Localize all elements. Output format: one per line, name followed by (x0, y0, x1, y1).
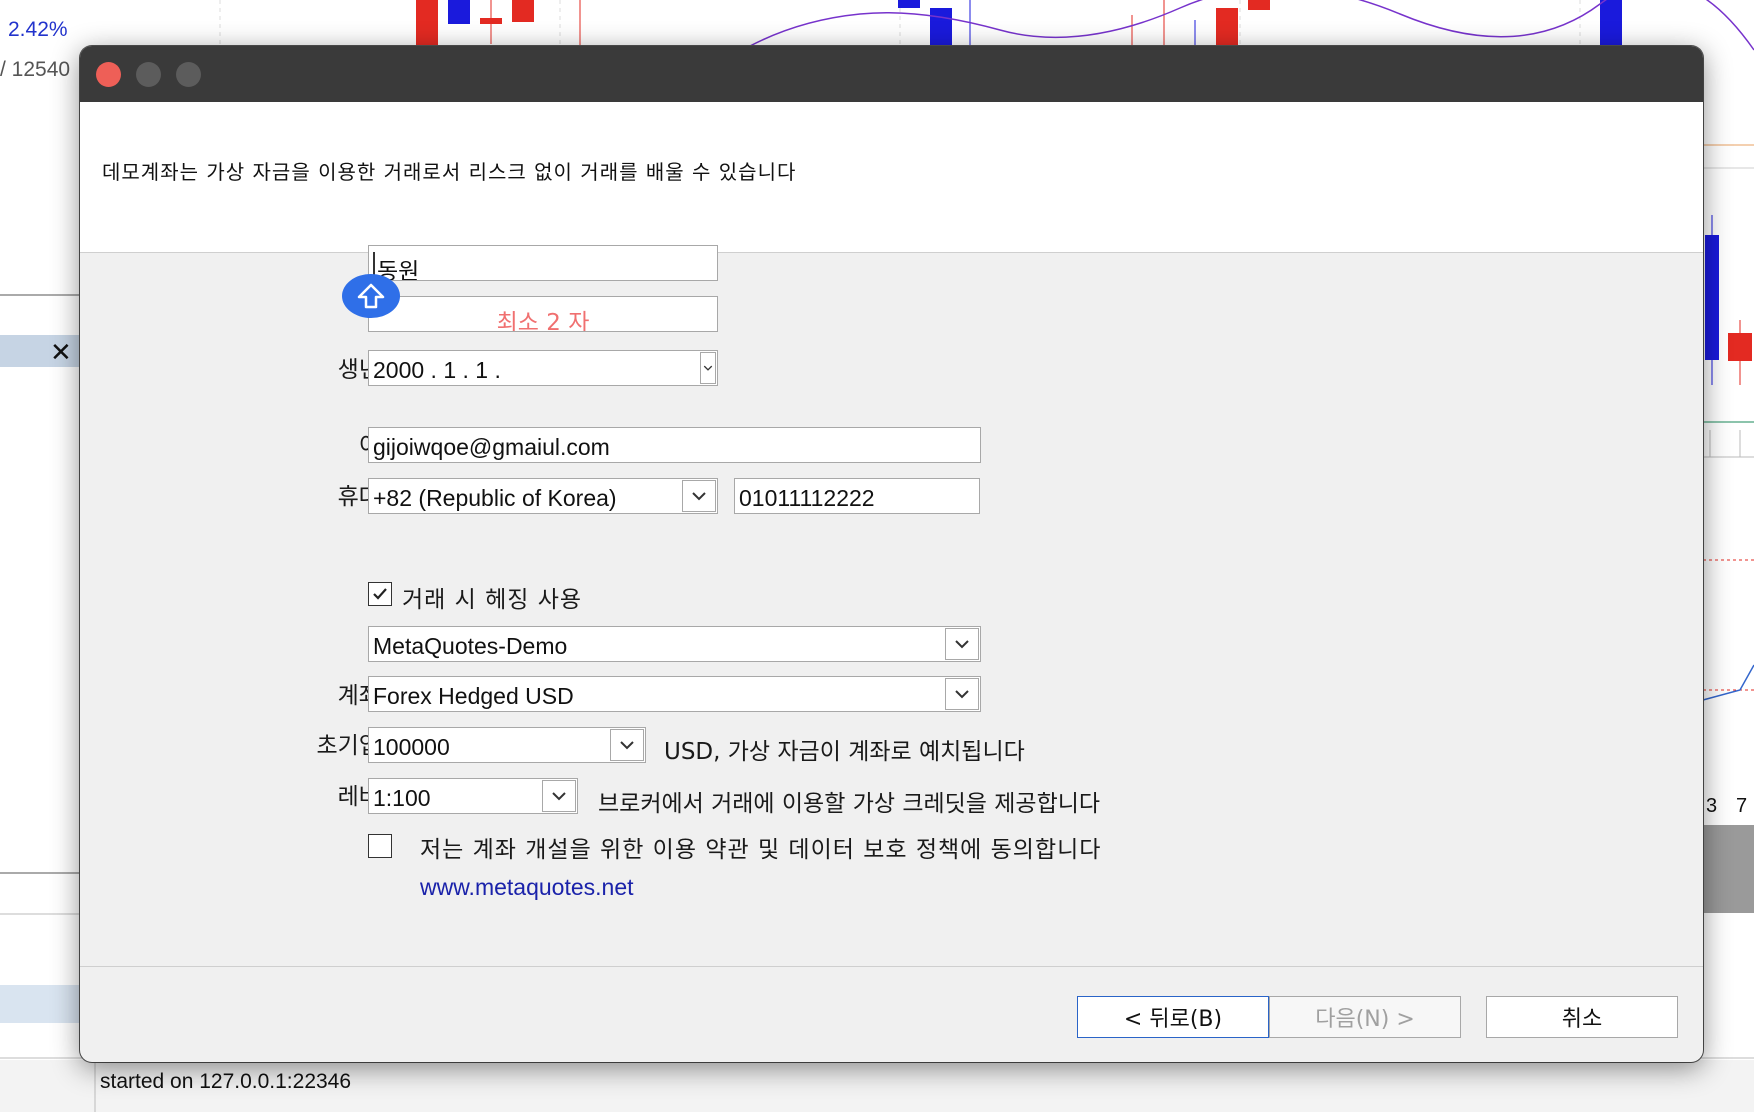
account-type-dropdown-button[interactable] (945, 678, 979, 710)
hedging-label: 거래 시 헤징 사용 (402, 587, 583, 613)
server-select[interactable]: MetaQuotes-Demo (368, 626, 981, 662)
chevron-down-icon (955, 640, 969, 649)
agreement-checkbox[interactable] (368, 834, 392, 858)
leverage-dropdown-button[interactable] (542, 780, 576, 812)
dialog-header: 데모계좌는 가상 자금을 이용한 거래로서 리스크 없이 거래를 배울 수 있습… (80, 102, 1703, 253)
email-field[interactable]: gijoiwqoe@gmaiul.com (368, 427, 981, 463)
axis-label: 7 (1736, 795, 1748, 817)
axis-label: 3 (1706, 795, 1718, 817)
phone-number-field[interactable]: 01011112222 (734, 478, 980, 514)
panel-close-icon[interactable]: ✕ (50, 338, 72, 368)
first-name-field[interactable]: 동원 (368, 245, 718, 281)
shift-arrow-icon (342, 274, 400, 318)
account-type-select[interactable]: Forex Hedged USD (368, 676, 981, 712)
country-code-dropdown-button[interactable] (682, 480, 716, 512)
country-code-value: +82 (Republic of Korea) (373, 485, 617, 511)
status-line: started on 127.0.0.1:22346 (100, 1070, 352, 1093)
next-button[interactable]: 다음(N) > (1269, 996, 1461, 1038)
leverage-note: 브로커에서 거래에 이용할 가상 크레딧을 제공합니다 (598, 791, 1101, 817)
server-dropdown-button[interactable] (945, 628, 979, 660)
text-cursor (373, 252, 375, 276)
phone-number-value: 01011112222 (739, 485, 875, 511)
back-button[interactable]: < 뒤로(B) (1077, 996, 1269, 1038)
birthdate-picker-button[interactable] (700, 352, 716, 384)
deposit-note: USD, 가상 자금이 계좌로 예치됩니다 (664, 739, 1025, 765)
footer-divider (80, 966, 1703, 967)
last-name-field[interactable]: 최소 2 자 (368, 296, 718, 332)
checkmark-icon (373, 588, 387, 600)
price-label: / 12540 (0, 58, 71, 81)
server-value: MetaQuotes-Demo (373, 633, 568, 659)
chevron-down-icon (703, 365, 713, 371)
deposit-select[interactable]: 100000 (368, 727, 646, 763)
account-type-value: Forex Hedged USD (373, 683, 574, 709)
window-maximize-button[interactable] (176, 62, 201, 87)
chevron-down-icon (620, 741, 634, 750)
open-demo-account-dialog: 데모계좌는 가상 자금을 이용한 거래로서 리스크 없이 거래를 배울 수 있습… (80, 46, 1703, 1062)
birthdate-value: 2000 . 1 . 1 . (373, 357, 501, 383)
title-bar[interactable] (80, 46, 1703, 102)
email-value: gijoiwqoe@gmaiul.com (373, 434, 610, 460)
cancel-button[interactable]: 취소 (1486, 996, 1678, 1038)
last-name-placeholder: 최소 2 자 (496, 310, 590, 332)
deposit-value: 100000 (373, 734, 450, 760)
chevron-down-icon (692, 492, 706, 501)
percent-label: 2.42% (8, 18, 68, 41)
header-description: 데모계좌는 가상 자금을 이용한 거래로서 리스크 없이 거래를 배울 수 있습… (102, 160, 797, 184)
leverage-value: 1:100 (373, 785, 431, 811)
hedging-checkbox[interactable] (368, 582, 392, 606)
deposit-dropdown-button[interactable] (610, 729, 644, 761)
birthdate-field[interactable]: 2000 . 1 . 1 . (368, 350, 718, 386)
chevron-down-icon (552, 792, 566, 801)
window-close-button[interactable] (96, 62, 121, 87)
window-minimize-button[interactable] (136, 62, 161, 87)
metaquotes-link[interactable]: www.metaquotes.net (420, 874, 634, 901)
country-code-select[interactable]: +82 (Republic of Korea) (368, 478, 718, 514)
agreement-label: 저는 계좌 개설을 위한 이용 약관 및 데이터 보호 정책에 동의합니다 (420, 837, 1102, 863)
chevron-down-icon (955, 690, 969, 699)
